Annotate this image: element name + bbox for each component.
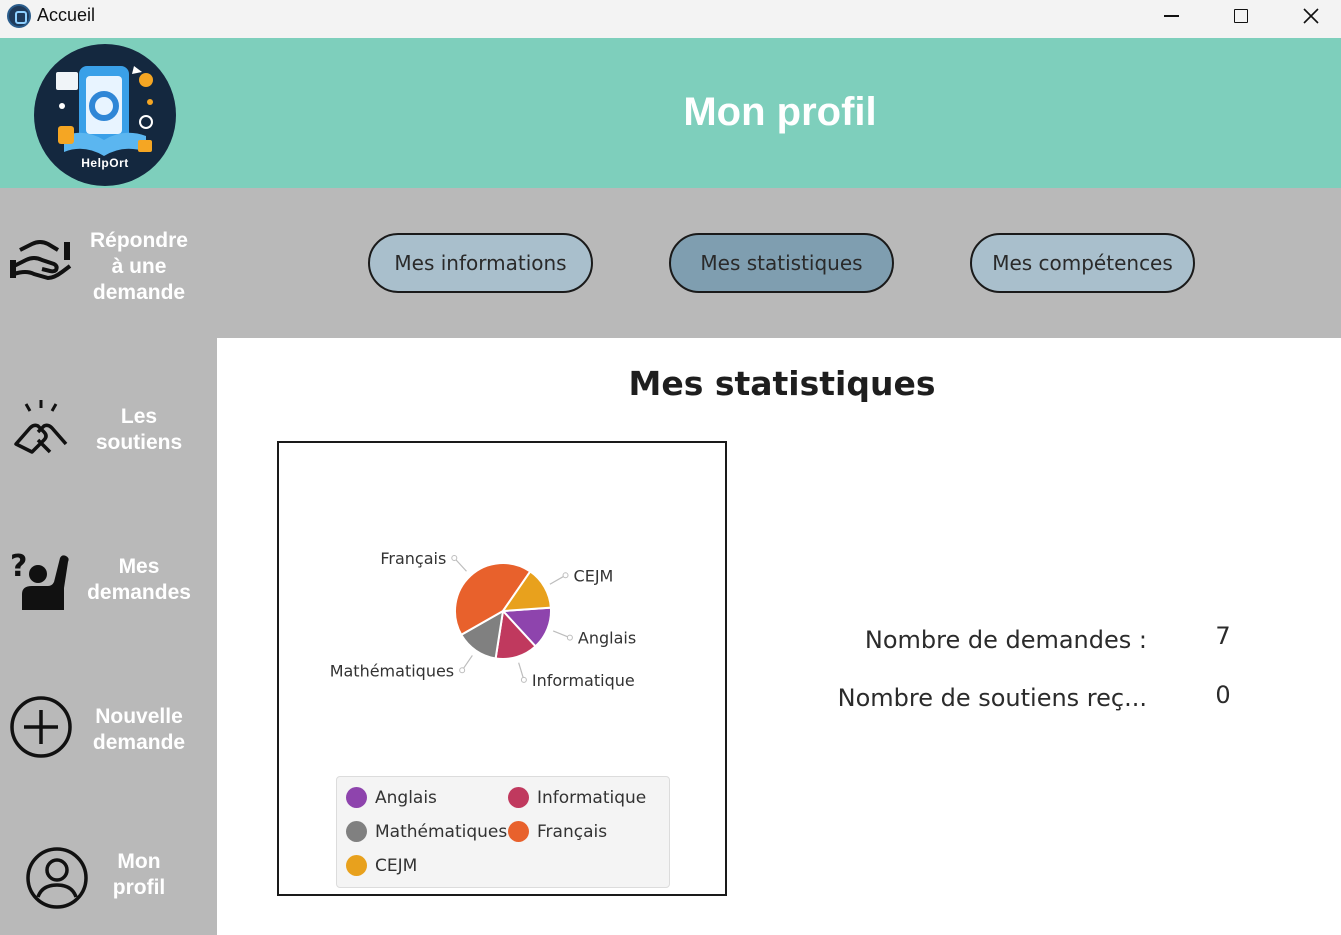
maximize-button[interactable] (1206, 0, 1276, 32)
close-icon (1303, 8, 1319, 24)
label-line-1: Les (120, 405, 158, 428)
sidebar-item-mes-demandes[interactable]: ? Mes demandes (0, 508, 217, 638)
logo-text: HelpOrt (81, 156, 129, 170)
sidebar-item-nouvelle-demande[interactable]: Nouvelle demande (0, 658, 217, 788)
svg-text:?: ? (10, 549, 27, 584)
legend-item: Mathématiques (346, 821, 507, 842)
minimize-button[interactable] (1136, 0, 1206, 32)
label-line-2: soutiens (95, 431, 183, 454)
label-line-2: profil (112, 876, 166, 899)
label-line-1: Mes (118, 555, 160, 578)
tab-mes-informations[interactable]: Mes informations (368, 233, 593, 293)
pie-label-informatique: Informatique (532, 671, 635, 690)
label-line-1: Mon (117, 850, 161, 873)
legend-label: Mathématiques (375, 821, 508, 842)
pie-chart-panel: Anglais Informatique Mathématiques Français… (277, 441, 727, 896)
legend-item: Informatique (508, 787, 646, 808)
plus-circle-icon (10, 696, 72, 758)
legend-item: Anglais (346, 787, 437, 808)
pie-label-anglais: Anglais (578, 629, 636, 648)
sidebar-item-repondre[interactable]: Répondre à une demande (0, 198, 217, 328)
sidebar-item-label: Les soutiens (74, 404, 204, 456)
label-line-2: demande (92, 731, 186, 754)
sidebar-item-mon-profil[interactable]: Mon profil (0, 805, 217, 935)
label-line-1: Répondre (89, 229, 188, 252)
section-title: Mes statistiques (628, 364, 936, 403)
pie-leader-dot (459, 667, 466, 674)
pie-label-français: Français (380, 549, 446, 568)
pie-label-mathématiques: Mathématiques (330, 661, 454, 680)
label-line-1: Nouvelle (95, 705, 183, 728)
legend-swatch (508, 787, 529, 808)
window-titlebar: Accueil (0, 0, 1341, 38)
legend-label: Anglais (375, 787, 437, 808)
close-button[interactable] (1276, 0, 1341, 32)
tab-mes-competences[interactable]: Mes compétences (970, 233, 1195, 293)
sidebar-item-label: Mes demandes (74, 554, 204, 606)
question-person-icon: ? (10, 549, 69, 610)
legend-swatch (346, 787, 367, 808)
label-line-2: à une (111, 255, 167, 278)
legend-label: CEJM (375, 855, 418, 876)
legend-swatch (346, 855, 367, 876)
tab-mes-statistiques[interactable]: Mes statistiques (669, 233, 894, 293)
label-line-2: demandes (87, 581, 191, 604)
profile-tabbar: Mes informations Mes statistiques Mes co… (217, 188, 1341, 338)
pie-leader-dot (566, 634, 573, 641)
legend-item: CEJM (346, 855, 417, 876)
chart-legend: Anglais Informatique Mathématiques Franç… (336, 776, 670, 888)
app-header: HelpOrt Mon profil (0, 38, 1341, 188)
legend-item: Français (508, 821, 607, 842)
sidebar-item-label: Mon profil (74, 849, 204, 901)
window-title: Accueil (37, 5, 96, 25)
stat-value-soutiens: 0 (1215, 681, 1231, 709)
maximize-icon (1234, 9, 1248, 23)
legend-swatch (508, 821, 529, 842)
stat-value-demandes: 7 (1215, 622, 1231, 650)
sidebar: Répondre à une demande Les soutiens ? Mes de… (0, 188, 217, 935)
legend-swatch (346, 821, 367, 842)
handshake-help-icon (10, 240, 72, 281)
sidebar-item-label: Nouvelle demande (74, 704, 204, 756)
page-title: Mon profil (683, 90, 877, 134)
helport-logo: HelpOrt (34, 44, 176, 186)
clasped-hands-icon (14, 400, 68, 454)
legend-label: Français (537, 821, 608, 842)
pie-leader-dot (520, 676, 527, 683)
sidebar-item-label: Répondre à une demande (74, 228, 204, 306)
main-content: Mes statistiques Anglais Informatique Math… (217, 338, 1341, 935)
pie-leader-dot (562, 572, 569, 579)
stat-label-demandes: Nombre de demandes : (864, 626, 1147, 654)
minimize-icon (1163, 15, 1179, 17)
pie-label-cejm: CEJM (574, 566, 614, 585)
legend-label: Informatique (537, 787, 647, 808)
app-icon (7, 4, 31, 28)
pie-leader-dot (451, 554, 458, 561)
stat-label-soutiens: Nombre de soutiens reç... (837, 684, 1147, 712)
label-line-3: demande (92, 281, 186, 304)
sidebar-item-soutiens[interactable]: Les soutiens (0, 358, 217, 488)
